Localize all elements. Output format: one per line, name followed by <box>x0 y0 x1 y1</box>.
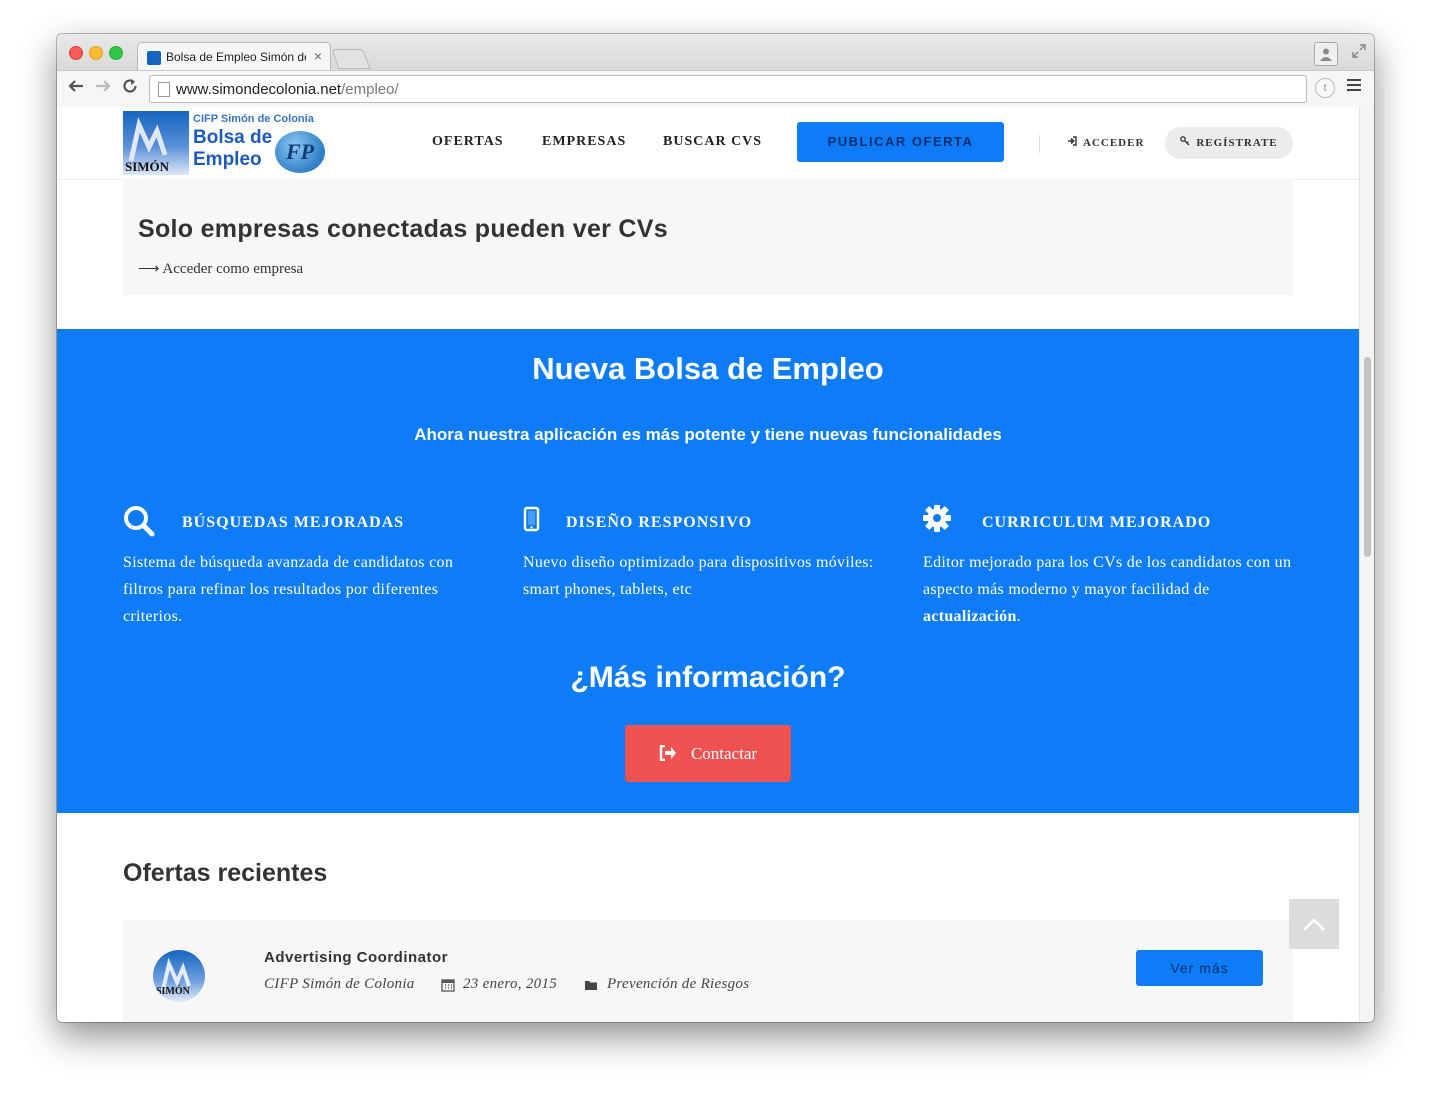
site-logo[interactable]: SIMÓN CIFP Simón de Colonia Bolsa de Emp… <box>123 111 331 175</box>
offer-company: CIFP Simón de Colonia <box>264 976 415 992</box>
zoom-window-button[interactable] <box>109 46 123 60</box>
nav-empresas[interactable]: EMPRESAS <box>542 134 626 150</box>
search-icon <box>124 506 155 537</box>
mobile-icon <box>523 506 540 532</box>
gear-icon <box>923 505 951 532</box>
site-header: SIMÓN CIFP Simón de Colonia Bolsa de Emp… <box>57 107 1359 180</box>
offer-date: 23 enero, 2015 <box>463 976 558 992</box>
promo-title: Nueva Bolsa de Empleo <box>532 351 884 386</box>
close-window-button[interactable] <box>69 46 83 60</box>
tab-title: Bolsa de Empleo Simón de <box>166 50 306 64</box>
company-logo-text: SIMÓN <box>156 986 190 997</box>
feature-responsive: DISEÑO RESPONSIVO Nuevo diseño optimizad… <box>523 505 893 603</box>
company-logo: SIMÓN <box>153 950 205 1002</box>
scrollbar-thumb[interactable] <box>1364 357 1371 557</box>
view-more-button[interactable]: Ver más <box>1136 950 1263 986</box>
logo-sim-text: SIMÓN <box>125 159 170 174</box>
browser-window: Bolsa de Empleo Simón de × www.simondeco… <box>57 34 1374 1022</box>
forward-icon[interactable] <box>94 77 112 100</box>
feature-title: BÚSQUEDAS MEJORADAS <box>182 514 405 531</box>
reload-icon[interactable] <box>121 77 139 100</box>
minimize-window-button[interactable] <box>89 46 103 60</box>
extension-icon[interactable]: t <box>1315 78 1335 98</box>
nav-divider <box>1039 135 1040 153</box>
back-icon[interactable] <box>67 77 85 100</box>
calendar-icon <box>441 979 455 992</box>
page-viewport: SIMÓN CIFP Simón de Colonia Bolsa de Emp… <box>57 107 1359 1022</box>
fullscreen-icon[interactable] <box>1352 44 1366 61</box>
offer-card: SIMÓN Advertising Coordinator CIFP Simón… <box>123 920 1293 1022</box>
menu-icon[interactable] <box>1347 78 1361 97</box>
feature-text: Editor mejorado para los CVs de los cand… <box>923 554 1292 625</box>
logo-top-text: CIFP Simón de Colonia <box>193 113 314 125</box>
page-scrollbar[interactable] <box>1359 107 1374 1022</box>
companies-only-notice: Solo empresas conectadas pueden ver CVs … <box>123 179 1293 295</box>
nav-ofertas[interactable]: OFERTAS <box>432 134 504 150</box>
new-tab-button[interactable] <box>331 49 371 69</box>
tab-close-icon[interactable]: × <box>314 48 322 64</box>
address-bar[interactable]: www.simondecolonia.net/empleo/ <box>149 75 1307 103</box>
logo-fp-badge: FP <box>275 131 325 173</box>
tab-strip: Bolsa de Empleo Simón de × <box>57 34 1374 71</box>
recent-offers-title: Ofertas recientes <box>123 859 328 887</box>
logo-main-text: Bolsa de Empleo <box>193 127 273 170</box>
notice-title: Solo empresas conectadas pueden ver CVs <box>138 215 668 243</box>
more-info-question: ¿Más información? <box>570 661 846 694</box>
back-to-top-button[interactable] <box>1289 899 1339 949</box>
sign-out-icon <box>659 744 676 762</box>
url-text: www.simondecolonia.net/empleo/ <box>176 81 399 98</box>
feature-text: Nuevo diseño optimizado para dispositivo… <box>523 554 874 598</box>
register-button[interactable]: REGÍSTRATE <box>1165 127 1293 159</box>
login-link[interactable]: ACCEDER <box>1067 136 1144 149</box>
key-icon <box>1180 136 1190 146</box>
feature-curriculum: CURRICULUM MEJORADO Editor mejorado para… <box>923 505 1293 630</box>
browser-tab[interactable]: Bolsa de Empleo Simón de × <box>137 42 331 71</box>
contact-button[interactable]: Contactar <box>625 725 791 782</box>
page-icon <box>158 82 170 97</box>
highlight-text: actualización <box>923 608 1017 625</box>
chevron-up-icon <box>1303 918 1325 931</box>
feature-title: DISEÑO RESPONSIVO <box>566 514 753 531</box>
promo-band: Nueva Bolsa de Empleo Ahora nuestra apli… <box>57 329 1359 813</box>
feature-text: Sistema de búsqueda avanzada de candidat… <box>123 554 454 625</box>
feature-search: BÚSQUEDAS MEJORADAS Sistema de búsqueda … <box>123 505 493 630</box>
offer-title[interactable]: Advertising Coordinator <box>264 949 448 966</box>
nav-buscar-cvs[interactable]: BUSCAR CVS <box>663 134 762 150</box>
favicon-icon <box>147 51 161 65</box>
company-login-link[interactable]: ⟶ Acceder como empresa <box>138 259 303 278</box>
login-icon <box>1068 136 1077 146</box>
publish-offer-button[interactable]: PUBLICAR OFERTA <box>797 122 1004 162</box>
offer-category: Prevención de Riesgos <box>607 976 750 992</box>
logo-image: SIMÓN <box>123 111 189 175</box>
browser-toolbar: www.simondecolonia.net/empleo/ t <box>57 70 1374 108</box>
folder-icon <box>585 981 597 990</box>
profile-icon[interactable] <box>1314 42 1338 66</box>
promo-subtitle: Ahora nuestra aplicación es más potente … <box>414 425 1002 444</box>
feature-title: CURRICULUM MEJORADO <box>982 514 1212 531</box>
